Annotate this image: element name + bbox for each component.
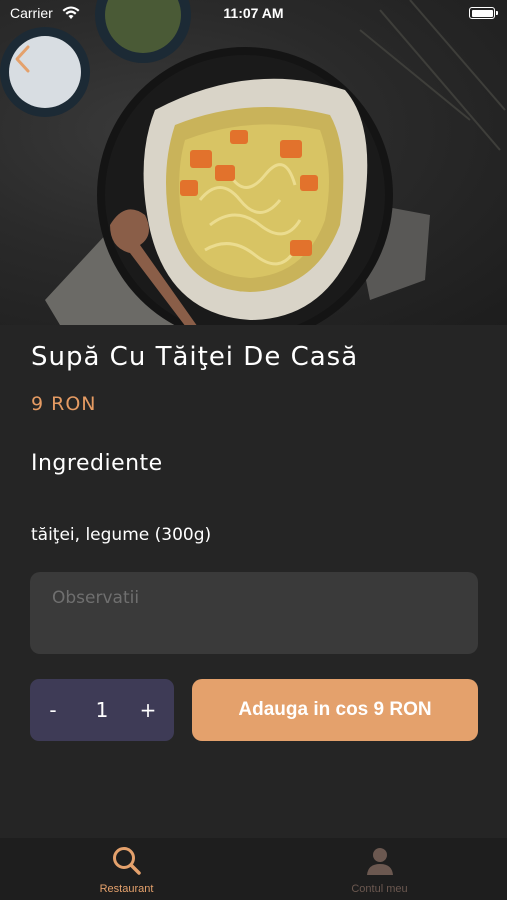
decrement-button[interactable]: -: [33, 679, 73, 741]
battery-icon: [469, 7, 498, 19]
add-to-cart-button[interactable]: Adauga in cos 9 RON: [192, 679, 478, 741]
search-icon: [112, 847, 141, 875]
increment-button[interactable]: +: [128, 679, 168, 741]
quantity-stepper: - 1 +: [30, 679, 174, 741]
ingredients-heading: Ingrediente: [31, 451, 163, 476]
ingredients-text: tăiţei, legume (300g): [31, 525, 212, 545]
chevron-left-icon: [15, 45, 30, 73]
product-price: 9 RON: [31, 393, 97, 415]
tab-account[interactable]: Contul meu: [253, 838, 506, 900]
product-hero-image: [0, 0, 507, 325]
tab-restaurant-label: Restaurant: [99, 883, 154, 895]
back-button[interactable]: [8, 42, 38, 76]
tab-account-label: Contul meu: [351, 883, 408, 895]
quantity-value: 1: [95, 698, 109, 722]
status-time: 11:07 AM: [223, 5, 284, 21]
tab-restaurant[interactable]: Restaurant: [0, 838, 253, 900]
status-bar: Carrier 11:07 AM: [0, 0, 507, 28]
product-name: Supă Cu Tăiţei De Casă: [31, 342, 359, 372]
soup-photo: [0, 0, 506, 325]
user-icon: [366, 848, 393, 875]
tab-bar: Restaurant Contul meu: [0, 838, 507, 900]
notes-field[interactable]: [30, 572, 478, 654]
